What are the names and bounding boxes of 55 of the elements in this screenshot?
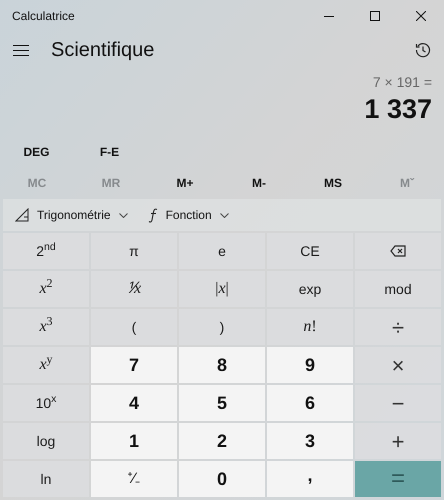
calculator-key[interactable]: n! (267, 309, 353, 345)
calculator-key[interactable]: + (355, 423, 441, 459)
calculator-key[interactable]: ⅟x (91, 271, 177, 307)
history-icon (415, 42, 431, 58)
maximize-icon (370, 11, 380, 21)
calculator-key[interactable]: log (3, 423, 89, 459)
mode-title: Scientifique (51, 38, 156, 64)
calculator-key[interactable]: 9 (267, 347, 353, 383)
calculator-key[interactable]: 8 (179, 347, 265, 383)
calculator-key[interactable]: 3 (267, 423, 353, 459)
calculator-key[interactable]: × (355, 347, 441, 383)
calculator-key[interactable]: 7 (91, 347, 177, 383)
calculator-key[interactable]: 1 (91, 423, 177, 459)
dropdown-button[interactable]: Trigonométrie (15, 206, 128, 224)
backspace-icon (390, 245, 406, 257)
history-button[interactable] (414, 41, 432, 60)
calculator-key[interactable]: ) (179, 309, 265, 345)
calculator-key[interactable]: 10$^{x}$ (3, 385, 89, 421)
calculator-key[interactable]: 0 (179, 461, 265, 497)
calculator-key[interactable]: , (267, 461, 353, 497)
calculator-key[interactable]: ( (91, 309, 177, 345)
calculator-key[interactable]: mod (355, 271, 441, 307)
dropdown-button[interactable]: Fonction (148, 206, 229, 224)
mode-toggle-button[interactable]: DEG (0, 140, 73, 164)
memory-button[interactable]: MS (296, 170, 370, 196)
window-title: Calculatrice (12, 8, 76, 25)
triangle-icon (15, 208, 29, 222)
calculator-key[interactable]: ÷ (355, 309, 441, 345)
calculator-key[interactable]: 2$^{nd}$ (3, 233, 89, 269)
calculator-key[interactable]: 5 (179, 385, 265, 421)
calculator-key[interactable]: π (91, 233, 177, 269)
expression-text: 7 × 191 = (372, 73, 432, 92)
menu-icon (13, 44, 29, 56)
calculator-key[interactable]: 6 (267, 385, 353, 421)
menu-button[interactable] (12, 43, 30, 58)
mode-toggle-button[interactable]: F-E (73, 140, 146, 164)
calculator-key[interactable]: exp (267, 271, 353, 307)
chevron-down-icon (220, 212, 229, 218)
calculator-key[interactable]: − (355, 385, 441, 421)
function-icon (148, 208, 158, 223)
memory-button[interactable]: M+ (148, 170, 222, 196)
result-display: 1 337 (364, 93, 432, 126)
calculator-key[interactable]: x$^{y}$ (3, 347, 89, 383)
calculator-key[interactable]: x$^{2}$ (3, 271, 89, 307)
calculator-key[interactable]: CE (267, 233, 353, 269)
calculator-key[interactable]: ln (3, 461, 89, 497)
calculator-key[interactable]: 4 (91, 385, 177, 421)
calculator-key[interactable]: |x| (179, 271, 265, 307)
calculator-key[interactable]: e (179, 233, 265, 269)
calculator-key[interactable]: ⁺∕₋ (91, 461, 177, 497)
calculator-key[interactable]: 2 (179, 423, 265, 459)
chevron-down-icon (118, 212, 128, 218)
close-icon (416, 11, 426, 21)
memory-button[interactable]: M- (222, 170, 296, 196)
calculator-key[interactable]: x$^{3}$ (3, 309, 89, 345)
